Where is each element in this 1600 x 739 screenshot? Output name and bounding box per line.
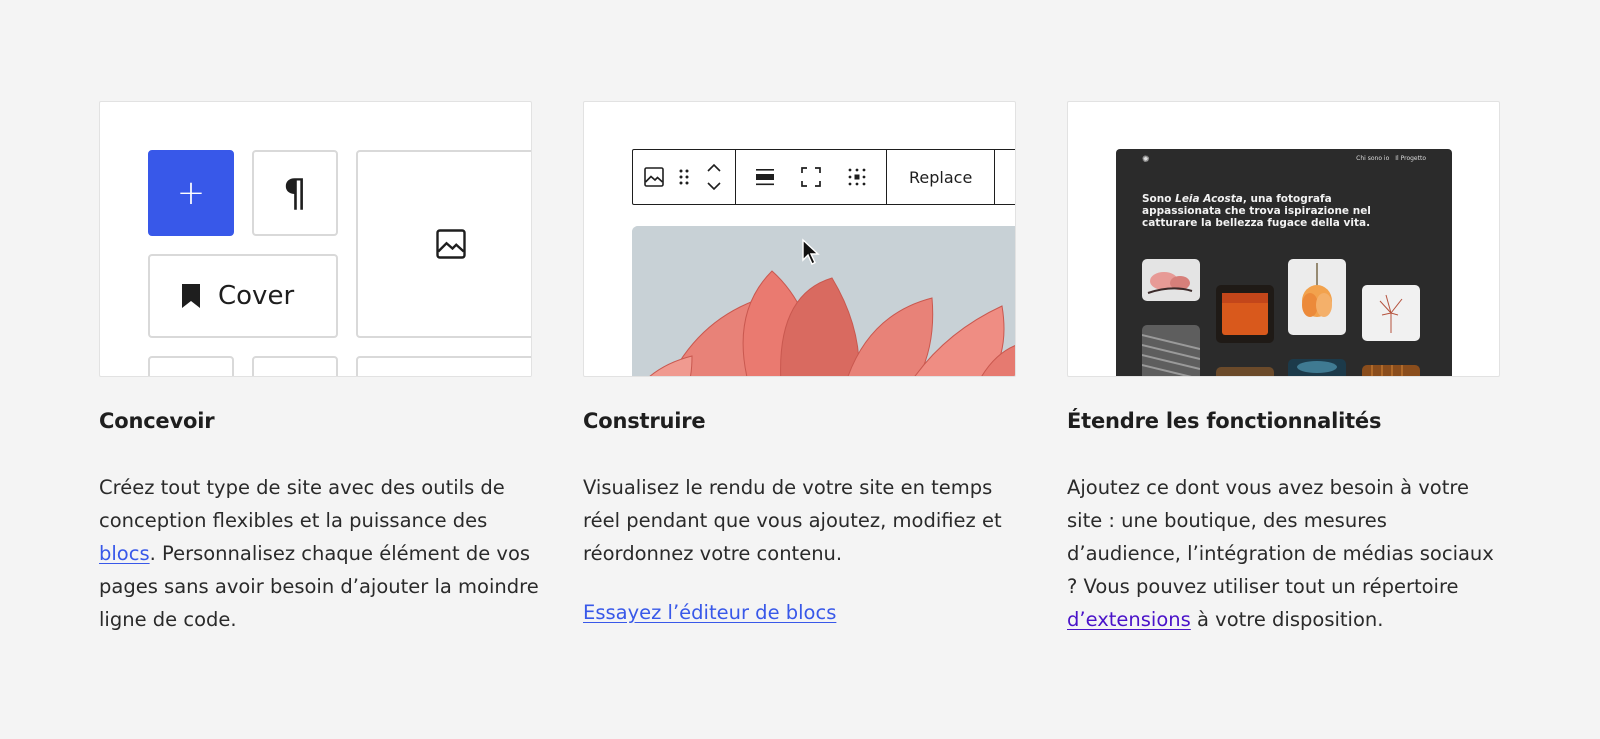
block-tile	[148, 356, 234, 376]
feature-description: Ajoutez ce dont vous avez besoin à votre…	[1067, 471, 1507, 636]
bookmark-icon	[182, 284, 200, 308]
block-tile	[252, 356, 338, 376]
move-up-down-icon	[699, 150, 729, 204]
photo-thumbnail	[1288, 259, 1346, 335]
description-text: . Personnalisez chaque élément de vos pa…	[99, 542, 539, 631]
photo-thumbnail	[1216, 285, 1274, 343]
image-block-tile	[356, 150, 531, 338]
design-illustration: + ¶ Cover	[99, 101, 532, 377]
paragraph-icon: ¶	[282, 171, 308, 215]
site-nav-item: Il Progetto	[1395, 155, 1426, 162]
cover-block-tile: Cover	[148, 254, 338, 338]
feature-title: Construire	[583, 409, 706, 433]
feature-title: Étendre les fonctionnalités	[1067, 409, 1382, 433]
add-block-tile: +	[148, 150, 234, 236]
build-illustration: Replace	[583, 101, 1016, 377]
site-preview: ✺ Chi sono io Il Progetto Sono Leia Acos…	[1116, 149, 1452, 376]
extend-illustration: ✺ Chi sono io Il Progetto Sono Leia Acos…	[1067, 101, 1500, 377]
site-logo-icon: ✺	[1142, 155, 1150, 165]
feature-build: Replace Construire Visualisez le rendu d…	[583, 101, 1016, 624]
feature-extend: ✺ Chi sono io Il Progetto Sono Leia Acos…	[1067, 101, 1500, 631]
site-nav: Chi sono io Il Progetto	[1356, 155, 1426, 162]
toolbar-group-replace: Replace	[887, 150, 996, 204]
try-block-editor-link[interactable]: Essayez l’éditeur de blocs	[583, 601, 836, 624]
drag-handle-icon	[669, 150, 699, 204]
photo-thumbnail	[1216, 367, 1274, 376]
description-text: Ajoutez ce dont vous avez besoin à votre…	[1067, 476, 1494, 598]
feature-description: Visualisez le rendu de votre site en tem…	[583, 476, 1002, 565]
site-nav-item: Chi sono io	[1356, 155, 1390, 162]
grid-icon	[834, 150, 880, 204]
description-text: Créez tout type de site avec des outils …	[99, 476, 505, 532]
feature-design: + ¶ Cover Concevoir Créez tout type de s…	[99, 101, 539, 631]
cursor-icon	[802, 238, 820, 265]
paragraph-block-tile: ¶	[252, 150, 338, 236]
flower-image	[632, 226, 1015, 376]
intro-text: Sono	[1142, 193, 1176, 205]
intro-name: Leia Acosta	[1175, 193, 1243, 205]
blocks-link[interactable]: blocs	[99, 542, 150, 565]
extensions-link[interactable]: d’extensions	[1067, 608, 1191, 631]
align-icon	[742, 150, 788, 204]
toolbar-group-layout	[736, 150, 887, 204]
block-tile	[356, 356, 531, 376]
photo-thumbnail	[1288, 359, 1346, 376]
image-icon	[639, 150, 669, 204]
replace-button: Replace	[909, 167, 973, 187]
image-icon	[436, 229, 466, 259]
plus-icon: +	[176, 173, 206, 213]
description-text: à votre disposition.	[1190, 608, 1384, 631]
photo-thumbnail	[1362, 365, 1420, 376]
photo-thumbnail	[1362, 285, 1420, 341]
feature-description: Créez tout type de site avec des outils …	[99, 471, 539, 636]
fullscreen-icon	[788, 150, 834, 204]
photo-thumbnail	[1142, 325, 1200, 376]
site-intro: Sono Leia Acosta, una fotografa appassio…	[1142, 193, 1378, 229]
feature-title: Concevoir	[99, 409, 215, 433]
block-toolbar: Replace	[632, 149, 1015, 205]
cover-label: Cover	[218, 281, 295, 311]
photo-thumbnail	[1142, 259, 1200, 301]
toolbar-group-block	[633, 150, 736, 204]
